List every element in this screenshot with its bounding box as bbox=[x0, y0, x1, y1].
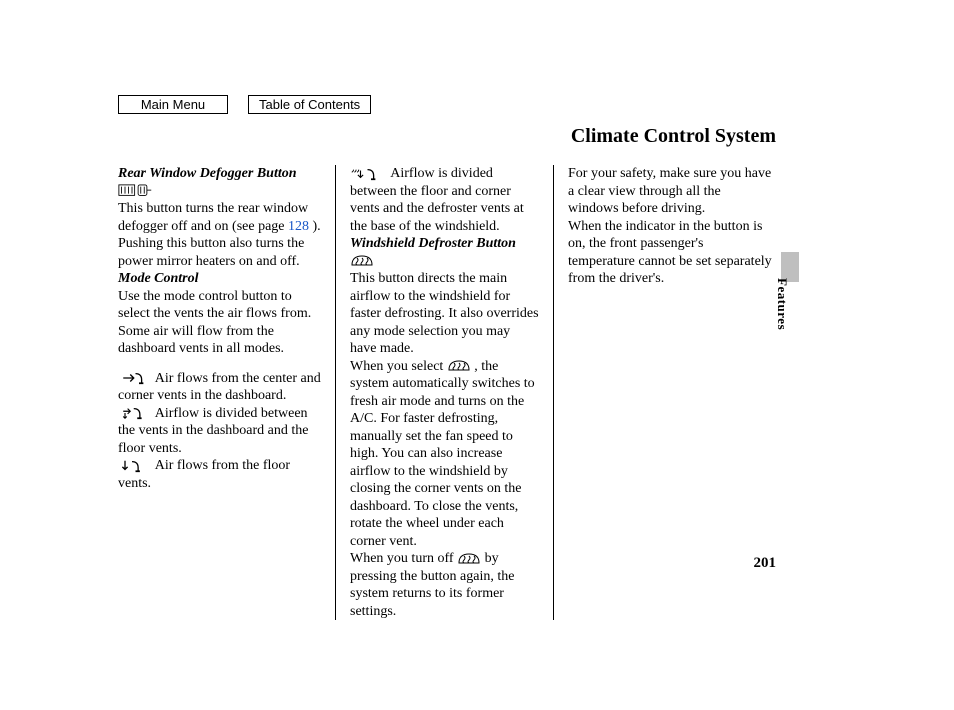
rear-defog-icon bbox=[118, 184, 153, 199]
column-1: Rear Window Defogger Button This button … bbox=[118, 165, 336, 620]
ws-def-p3: When you turn off by pressing the button… bbox=[350, 550, 539, 620]
mode-dash-floor: Airflow is divided between the vents in … bbox=[118, 405, 321, 458]
rear-defog-text-b: ). bbox=[309, 219, 321, 234]
floor-vent-icon bbox=[118, 458, 148, 473]
page-title: Climate Control System bbox=[571, 125, 776, 148]
defrost-icon-inline-2 bbox=[457, 551, 485, 566]
dash-floor-vent-icon bbox=[118, 406, 148, 421]
mode-control-intro: Use the mode control button to select th… bbox=[118, 289, 311, 357]
ws-def-p2: When you select , the system automatical… bbox=[350, 358, 539, 551]
ws-def-p2a: When you select bbox=[350, 359, 447, 374]
rear-defog-p2: Pushing this button also turns the power… bbox=[118, 235, 321, 270]
nav-boxes: Main Menu Table of Contents bbox=[118, 95, 371, 114]
toc-button[interactable]: Table of Contents bbox=[248, 95, 371, 114]
ws-def-p3a: When you turn off bbox=[350, 551, 457, 566]
mode-control-heading: Mode Control bbox=[118, 271, 199, 286]
rear-defogger-block: Rear Window Defogger Button This button … bbox=[118, 165, 321, 235]
floor-defrost-vent-icon bbox=[350, 166, 383, 181]
mode-dash-text: Air flows from the center and corner ven… bbox=[118, 371, 321, 404]
mode-control-block: Mode Control Use the mode control button… bbox=[118, 270, 321, 358]
body-columns: Rear Window Defogger Button This button … bbox=[118, 165, 772, 620]
main-menu-button[interactable]: Main Menu bbox=[118, 95, 228, 114]
defrost-icon bbox=[350, 254, 374, 269]
mode-floor: Air flows from the floor vents. bbox=[118, 457, 321, 492]
safety-note: For your safety, make sure you have a cl… bbox=[568, 165, 772, 218]
ws-def-p1: This button directs the main airflow to … bbox=[350, 271, 539, 356]
ws-defroster-heading: Windshield Defroster Button bbox=[350, 236, 516, 251]
ws-defroster-block: Windshield Defroster Button This button … bbox=[350, 235, 539, 358]
mode-floor-def: Airflow is divided between the floor and… bbox=[350, 165, 539, 235]
rear-defog-text-a: This button turns the rear window defogg… bbox=[118, 201, 308, 234]
page-link-128[interactable]: 128 bbox=[288, 219, 309, 234]
section-side-label: Features bbox=[774, 278, 790, 330]
dash-vent-icon bbox=[118, 371, 148, 386]
defrost-icon-inline bbox=[447, 359, 475, 374]
rear-defogger-heading: Rear Window Defogger Button bbox=[118, 166, 297, 181]
column-3: For your safety, make sure you have a cl… bbox=[554, 165, 772, 620]
column-2: Airflow is divided between the floor and… bbox=[336, 165, 554, 620]
ws-def-p2b: , the system automatically switches to f… bbox=[350, 359, 535, 549]
indicator-note: When the indicator in the button is on, … bbox=[568, 218, 772, 288]
mode-dash: Air flows from the center and corner ven… bbox=[118, 370, 321, 405]
page-number: 201 bbox=[754, 555, 777, 572]
